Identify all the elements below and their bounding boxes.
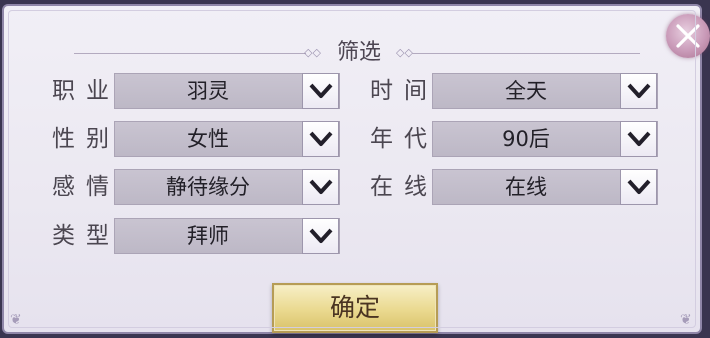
type-dropdown-button[interactable]: [302, 218, 339, 254]
era-value: 90后: [502, 127, 550, 151]
online-value: 在线: [505, 175, 547, 199]
chevron-down-icon: [627, 131, 651, 146]
gender-dropdown-button[interactable]: [302, 121, 339, 157]
type-select[interactable]: 拜师: [114, 218, 340, 254]
profession-dropdown-button[interactable]: [302, 73, 339, 109]
close-button[interactable]: [666, 14, 710, 58]
diamond-ornament-icon: ◇◇: [396, 46, 413, 59]
profession-value: 羽灵: [187, 79, 229, 103]
chevron-down-icon: [309, 131, 333, 146]
chevron-down-icon: [627, 179, 651, 194]
time-select[interactable]: 全天: [432, 73, 658, 109]
chevron-down-icon: [627, 83, 651, 98]
relationship-select[interactable]: 静待缘分: [114, 169, 340, 205]
chevron-down-icon: [309, 179, 333, 194]
corner-flourish-bottom-right: ❦: [680, 312, 692, 328]
relationship-value: 静待缘分: [166, 175, 250, 199]
era-select[interactable]: 90后: [432, 121, 658, 157]
confirm-button[interactable]: 确定: [272, 283, 438, 333]
gender-value: 女性: [187, 127, 229, 151]
chevron-down-icon: [309, 83, 333, 98]
time-dropdown-button[interactable]: [620, 73, 657, 109]
dialog-title: 筛选: [336, 40, 381, 65]
gender-select[interactable]: 女性: [114, 121, 340, 157]
corner-flourish-bottom-left: ❦: [10, 312, 22, 328]
close-icon: [676, 24, 700, 48]
online-dropdown-button[interactable]: [620, 169, 657, 205]
title-divider-left: [74, 53, 306, 54]
time-value: 全天: [505, 79, 547, 103]
era-dropdown-button[interactable]: [620, 121, 657, 157]
chevron-down-icon: [309, 228, 333, 243]
profession-select[interactable]: 羽灵: [114, 73, 340, 109]
online-select[interactable]: 在线: [432, 169, 658, 205]
type-value: 拜师: [187, 224, 229, 248]
diamond-ornament-icon: ◇◇: [304, 46, 321, 59]
title-divider-right: [412, 53, 640, 54]
relationship-dropdown-button[interactable]: [302, 169, 339, 205]
filter-dialog: ◇◇ 筛选 ◇◇ 职业 羽灵 性别 女性 感情 静待缘分 类型 拜师 时间 全天: [2, 4, 710, 334]
